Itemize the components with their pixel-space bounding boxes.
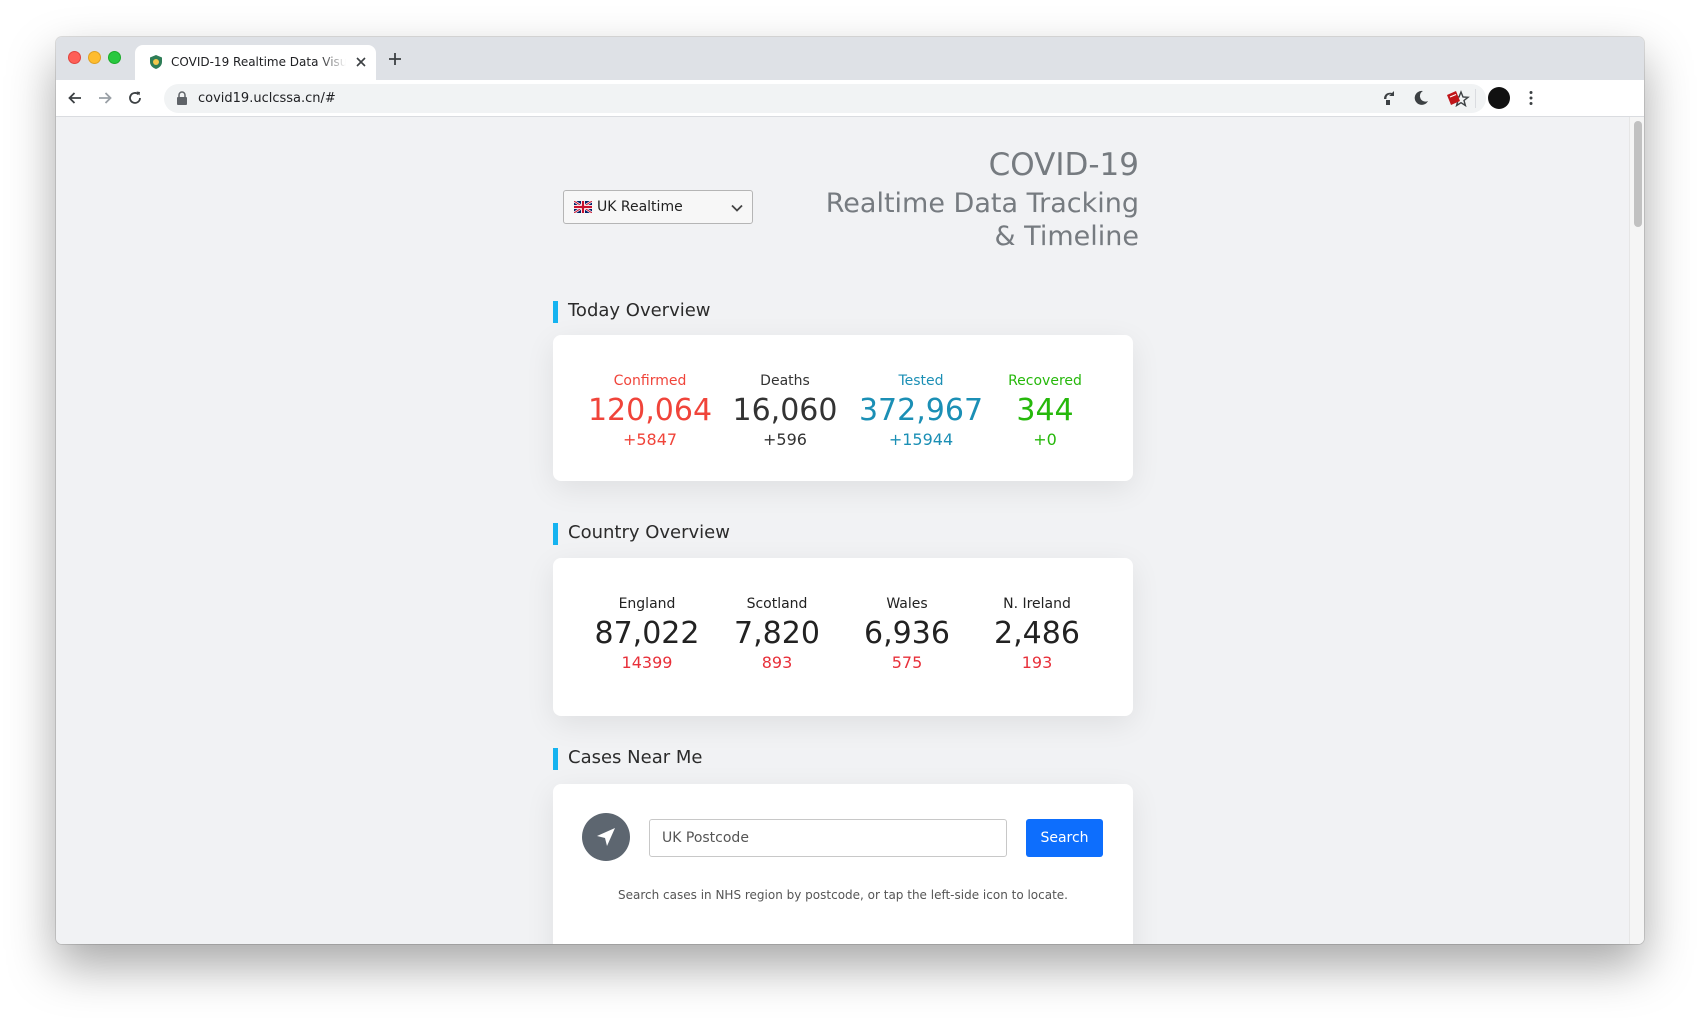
section-accent-bar	[553, 301, 558, 323]
section-accent-bar	[553, 748, 558, 770]
red-extension-icon[interactable]	[1444, 89, 1462, 107]
cases-near-me-card: Search Search cases in NHS region by pos…	[553, 784, 1133, 944]
uk-flag-icon	[574, 201, 592, 213]
cases-near-me-title: Cases Near Me	[568, 747, 703, 768]
toolbar-separator	[1475, 89, 1476, 108]
stat-value: 16,060	[732, 393, 838, 428]
country-cases: 6,936	[864, 616, 950, 651]
site-title: COVID-19	[988, 147, 1139, 183]
stat-label: Deaths	[760, 373, 810, 389]
url-text: covid19.uclcssa.cn/#	[198, 91, 336, 106]
site-favicon-icon	[150, 55, 162, 69]
browser-menu-icon[interactable]	[1522, 89, 1540, 107]
tab-strip: COVID-19 Realtime Data Visualiz	[56, 37, 1644, 80]
chevron-down-icon	[731, 204, 743, 212]
stat-change: +596	[763, 430, 807, 449]
stat-label: Confirmed	[613, 373, 687, 389]
stat-label: Recovered	[1008, 373, 1082, 389]
country-label: Scotland	[746, 596, 808, 612]
country-wales: Wales 6,936 575	[837, 595, 977, 673]
reload-icon[interactable]	[126, 89, 144, 107]
stat-confirmed: Confirmed 120,064 +5847	[580, 372, 720, 450]
locate-me-button[interactable]	[582, 813, 630, 861]
browser-tab[interactable]: COVID-19 Realtime Data Visualiz	[135, 45, 376, 80]
site-title-block: COVID-19 Realtime Data Tracking & Timeli…	[826, 145, 1139, 253]
search-button[interactable]: Search	[1026, 819, 1103, 857]
forward-arrow-icon[interactable]	[96, 89, 114, 107]
page-viewport: UK Realtime COVID-19 Realtime Data Track…	[56, 117, 1644, 944]
close-window-button[interactable]	[68, 51, 81, 64]
stat-deaths: Deaths 16,060 +596	[715, 372, 855, 450]
search-hint-text: Search cases in NHS region by postcode, …	[618, 888, 1068, 902]
browser-window: COVID-19 Realtime Data Visualiz covid19.…	[56, 37, 1644, 944]
location-arrow-icon	[597, 828, 615, 846]
country-label: Wales	[886, 596, 928, 612]
country-overview-card: England 87,022 14399 Scotland 7,820 893 …	[553, 558, 1133, 716]
tab-close-icon[interactable]	[353, 54, 369, 70]
stat-value: 372,967	[858, 393, 984, 428]
stat-recovered: Recovered 344 +0	[975, 372, 1115, 450]
tab-title: COVID-19 Realtime Data Visualiz	[171, 55, 346, 69]
page-scrollbar[interactable]	[1629, 117, 1644, 944]
country-deaths: 893	[761, 653, 793, 672]
section-accent-bar	[553, 523, 558, 545]
stat-change: +0	[1033, 430, 1057, 449]
today-overview-card: Confirmed 120,064 +5847 Deaths 16,060 +5…	[553, 335, 1133, 481]
country-scotland: Scotland 7,820 893	[707, 595, 847, 673]
country-cases: 2,486	[994, 616, 1080, 651]
postcode-input[interactable]	[649, 819, 1007, 857]
stat-tested: Tested 372,967 +15944	[851, 372, 991, 450]
stat-value: 344	[1016, 393, 1074, 428]
address-bar[interactable]: covid19.uclcssa.cn/#	[164, 84, 1486, 113]
country-cases: 87,022	[594, 616, 700, 651]
new-tab-icon[interactable]	[386, 50, 404, 68]
country-deaths: 193	[1021, 653, 1053, 672]
country-deaths: 575	[891, 653, 923, 672]
site-subtitle-line2: & Timeline	[994, 221, 1139, 252]
country-overview-title: Country Overview	[568, 522, 730, 543]
profile-avatar[interactable]	[1488, 87, 1510, 109]
scrollbar-thumb[interactable]	[1634, 121, 1642, 227]
today-overview-title: Today Overview	[568, 300, 711, 321]
country-deaths: 14399	[621, 653, 673, 672]
extension-icon[interactable]	[1380, 89, 1398, 107]
maximize-window-button[interactable]	[108, 51, 121, 64]
region-select[interactable]: UK Realtime	[563, 190, 753, 224]
stat-change: +15944	[888, 430, 954, 449]
country-n-ireland: N. Ireland 2,486 193	[967, 595, 1107, 673]
stat-change: +5847	[622, 430, 678, 449]
browser-toolbar: covid19.uclcssa.cn/#	[56, 80, 1644, 117]
country-label: England	[618, 596, 676, 612]
back-arrow-icon[interactable]	[66, 89, 84, 107]
dark-mode-moon-icon[interactable]	[1412, 89, 1430, 107]
country-cases: 7,820	[734, 616, 820, 651]
country-label: N. Ireland	[1003, 596, 1071, 612]
region-select-label: UK Realtime	[597, 199, 683, 215]
site-subtitle-line1: Realtime Data Tracking	[825, 188, 1139, 219]
minimize-window-button[interactable]	[88, 51, 101, 64]
lock-icon	[177, 91, 187, 105]
stat-label: Tested	[898, 373, 944, 389]
stat-value: 120,064	[587, 393, 713, 428]
country-england: England 87,022 14399	[577, 595, 717, 673]
